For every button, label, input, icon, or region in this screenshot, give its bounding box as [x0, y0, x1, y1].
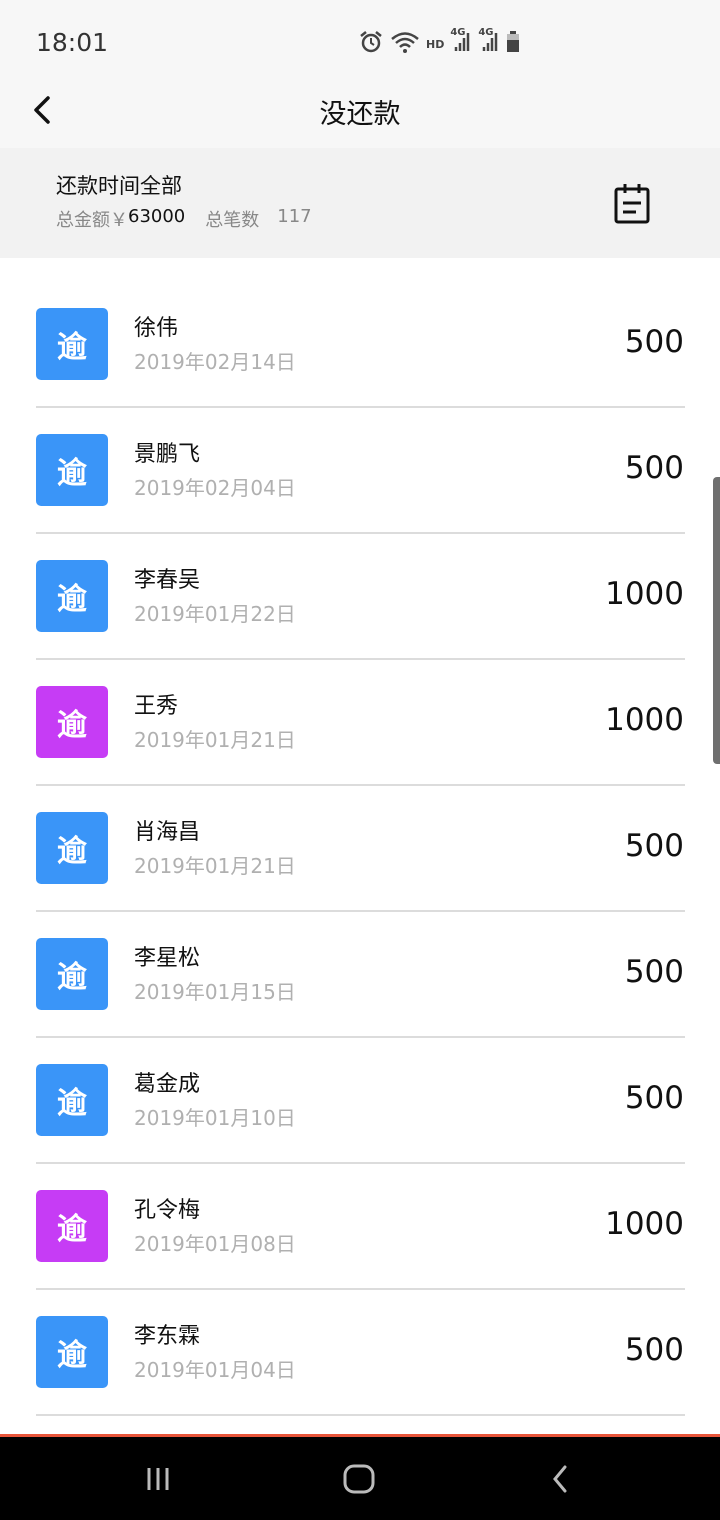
overdue-badge: 逾 [36, 686, 108, 758]
totals-line: 总金额￥ 63000 总笔数 117 [56, 206, 312, 232]
signal-icon: 4G [450, 27, 472, 57]
overdue-badge: 逾 [36, 560, 108, 632]
status-time: 18:01 [36, 28, 109, 57]
calendar-icon [614, 184, 650, 224]
loan-amount: 500 [624, 1080, 684, 1116]
back-nav-button[interactable] [540, 1459, 580, 1499]
loan-list-item[interactable]: 逾 徐伟 2019年02月14日 500 [0, 258, 720, 408]
total-count-label: 总笔数 [205, 210, 260, 231]
loan-amount: 1000 [605, 702, 684, 738]
due-date: 2019年01月08日 [134, 1232, 296, 1256]
loan-amount: 500 [624, 450, 684, 486]
borrower-name: 李东霖 [134, 1324, 201, 1349]
due-date: 2019年01月10日 [134, 1106, 296, 1130]
loan-amount: 500 [624, 954, 684, 990]
borrower-name: 王秀 [134, 694, 179, 719]
due-date: 2019年01月15日 [134, 980, 296, 1004]
due-date: 2019年01月22日 [134, 602, 296, 626]
loan-list-item[interactable]: 逾 李星松 2019年01月15日 500 [0, 888, 720, 1038]
loan-amount: 500 [624, 828, 684, 864]
borrower-name: 景鹏飞 [134, 442, 201, 467]
signal-icon: 4G [478, 27, 500, 57]
loan-list-item[interactable]: 逾 李春吴 2019年01月22日 1000 [0, 510, 720, 660]
network-type-1: 4G [450, 27, 466, 38]
alarm-icon [358, 30, 384, 58]
borrower-name: 李春吴 [134, 568, 201, 593]
recent-apps-button[interactable] [138, 1459, 178, 1499]
borrower-name: 李星松 [134, 946, 201, 971]
page-title: 没还款 [319, 99, 401, 130]
overdue-badge: 逾 [36, 1316, 108, 1388]
app-bar: 没还款 [0, 72, 720, 148]
overdue-badge: 逾 [36, 812, 108, 884]
overdue-badge: 逾 [36, 938, 108, 1010]
recent-apps-icon [147, 1468, 169, 1490]
borrower-name: 葛金成 [134, 1072, 201, 1097]
loan-list-item[interactable]: 逾 孔令梅 2019年01月08日 1000 [0, 1140, 720, 1290]
loan-list-item[interactable]: 逾 肖海昌 2019年01月21日 500 [0, 762, 720, 912]
overdue-badge: 逾 [36, 1064, 108, 1136]
due-date: 2019年01月04日 [134, 1358, 296, 1382]
network-type-2: 4G [478, 27, 494, 38]
status-icons: HD 4G 4G [358, 27, 520, 58]
home-icon [343, 1464, 375, 1494]
total-amount-label: 总金额￥ [56, 210, 128, 231]
loan-amount: 500 [624, 324, 684, 360]
loan-amount: 500 [624, 1332, 684, 1368]
borrower-name: 孔令梅 [134, 1198, 201, 1223]
row-divider [36, 1414, 685, 1416]
due-date: 2019年01月21日 [134, 854, 296, 878]
overdue-badge: 逾 [36, 434, 108, 506]
calendar-button[interactable] [612, 182, 652, 226]
hd-label: HD [426, 37, 445, 51]
loan-list-item[interactable]: 逾 葛金成 2019年01月10日 500 [0, 1014, 720, 1164]
wifi-icon [390, 30, 420, 58]
total-amount-value: 63000 [128, 206, 186, 227]
loan-amount: 1000 [605, 1206, 684, 1242]
loan-list-item[interactable]: 逾 景鹏飞 2019年02月04日 500 [0, 384, 720, 534]
due-date: 2019年02月14日 [134, 350, 296, 374]
due-date: 2019年01月21日 [134, 728, 296, 752]
overdue-badge: 逾 [36, 1190, 108, 1262]
loan-list-item[interactable]: 逾 李东霖 2019年01月04日 500 [0, 1266, 720, 1416]
due-date: 2019年02月04日 [134, 476, 296, 500]
overdue-badge: 逾 [36, 308, 108, 380]
battery-icon [506, 31, 520, 57]
home-button[interactable] [339, 1459, 379, 1499]
loan-list-item[interactable]: 逾 王秀 2019年01月21日 1000 [0, 636, 720, 786]
status-bar: 18:01 HD 4G 4G [0, 0, 720, 72]
back-nav-icon [553, 1465, 567, 1493]
borrower-name: 肖海昌 [134, 820, 201, 845]
total-count-value: 117 [277, 206, 312, 227]
borrower-name: 徐伟 [134, 316, 179, 341]
scrollbar[interactable] [713, 477, 720, 764]
system-nav-bar [0, 1434, 720, 1520]
repayment-time-filter[interactable]: 还款时间全部 [56, 170, 182, 200]
loan-amount: 1000 [605, 576, 684, 612]
